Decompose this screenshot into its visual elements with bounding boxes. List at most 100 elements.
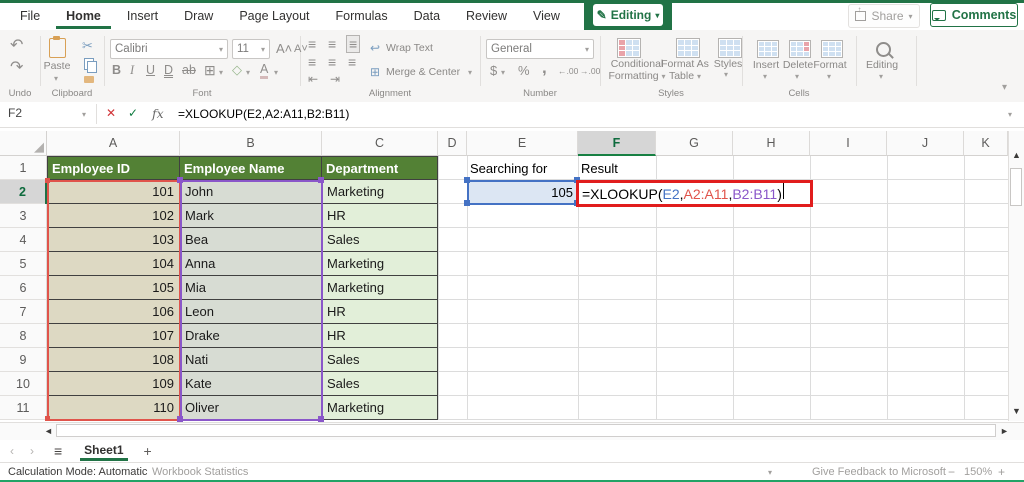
fill-color-icon[interactable]: ◇ xyxy=(232,62,242,78)
prev-sheet-icon[interactable]: ‹ xyxy=(10,444,14,458)
col-header-H[interactable]: H xyxy=(733,131,810,156)
scroll-left-icon[interactable]: ◄ xyxy=(44,426,53,436)
format-cells-button[interactable]: Format xyxy=(808,59,852,71)
cancel-icon[interactable]: ✕ xyxy=(106,106,116,120)
cell-C11[interactable]: Marketing xyxy=(322,396,438,420)
borders-icon[interactable]: ⊞ xyxy=(204,62,216,79)
editing-mode-button[interactable]: ✎ Editing ▾ xyxy=(593,4,663,26)
redo-icon[interactable]: ↷ xyxy=(10,60,23,76)
row-header-7[interactable]: 7 xyxy=(0,300,47,324)
sheet-tab-sheet1[interactable]: Sheet1 xyxy=(80,441,128,461)
select-all-corner[interactable]: ◢ xyxy=(0,131,47,156)
strikethrough-button[interactable]: ab xyxy=(182,63,196,77)
decrease-font-icon[interactable]: A˅ xyxy=(294,43,308,55)
increase-font-icon[interactable]: A˄ xyxy=(276,41,292,56)
row-header-9[interactable]: 9 xyxy=(0,348,47,372)
tab-file[interactable]: File xyxy=(10,4,50,29)
editing-group-button[interactable]: Editing xyxy=(858,59,906,71)
align-left-icon[interactable]: ≡ xyxy=(308,55,316,69)
range-handle[interactable] xyxy=(318,177,324,183)
cell-C8[interactable]: HR xyxy=(322,324,438,348)
align-center-icon[interactable]: ≡ xyxy=(328,55,336,69)
range-handle[interactable] xyxy=(45,416,50,421)
currency-format-button[interactable]: $ xyxy=(490,63,497,78)
decrease-indent-icon[interactable]: ⇤ xyxy=(308,73,318,85)
format-painter-icon[interactable] xyxy=(84,76,94,83)
bold-button[interactable]: B xyxy=(112,63,121,77)
name-box-chevron-icon[interactable]: ▾ xyxy=(82,110,86,119)
align-bottom-icon[interactable]: ≡ xyxy=(346,35,361,53)
zoom-level[interactable]: 150% xyxy=(964,466,992,478)
comma-format-button[interactable]: , xyxy=(542,58,547,78)
font-name-combo[interactable]: Calibri ▾ xyxy=(110,39,228,59)
tab-data[interactable]: Data xyxy=(404,4,450,29)
new-sheet-icon[interactable]: + xyxy=(144,443,152,459)
scroll-down-icon[interactable]: ▼ xyxy=(1012,406,1021,416)
tab-page-layout[interactable]: Page Layout xyxy=(229,4,319,29)
row-header-11[interactable]: 11 xyxy=(0,396,47,420)
calculation-mode-status[interactable]: Calculation Mode: Automatic xyxy=(8,466,147,478)
row-header-3[interactable]: 3 xyxy=(0,204,47,228)
ribbon-collapse-icon[interactable]: ▾ xyxy=(1002,82,1007,93)
increase-decimal-icon[interactable]: ←.00 xyxy=(558,66,578,76)
tab-review[interactable]: Review xyxy=(456,4,517,29)
undo-icon[interactable]: ↶ xyxy=(10,38,23,54)
scroll-right-icon[interactable]: ► xyxy=(1000,426,1009,436)
share-button[interactable]: Share ▾ xyxy=(848,4,920,28)
cell-C5[interactable]: Marketing xyxy=(322,252,438,276)
tab-view[interactable]: View xyxy=(523,4,570,29)
tab-insert[interactable]: Insert xyxy=(117,4,168,29)
col-header-G[interactable]: G xyxy=(656,131,733,156)
col-header-F[interactable]: F xyxy=(578,131,656,156)
number-format-combo[interactable]: General ▾ xyxy=(486,39,594,59)
status-chevron-icon[interactable]: ▾ xyxy=(768,468,772,477)
col-header-K[interactable]: K xyxy=(964,131,1008,156)
col-header-J[interactable]: J xyxy=(887,131,964,156)
range-handle[interactable] xyxy=(45,178,50,183)
next-sheet-icon[interactable]: › xyxy=(30,444,34,458)
align-right-icon[interactable]: ≡ xyxy=(348,55,356,69)
enter-icon[interactable]: ✓ xyxy=(128,106,138,120)
percent-format-button[interactable]: % xyxy=(518,63,530,78)
range-handle[interactable] xyxy=(464,177,470,183)
cell-F2-formula-editor[interactable]: =XLOOKUP(E2,A2:A11,B2:B11) xyxy=(582,183,784,204)
zoom-out-icon[interactable]: − xyxy=(948,465,955,479)
row-header-6[interactable]: 6 xyxy=(0,276,47,300)
cell-B1[interactable]: Employee Name xyxy=(180,156,322,180)
scroll-up-icon[interactable]: ▲ xyxy=(1012,150,1021,160)
all-sheets-icon[interactable]: ≡ xyxy=(54,443,62,459)
align-top-icon[interactable]: ≡ xyxy=(308,37,316,51)
decrease-decimal-icon[interactable]: →.00 xyxy=(580,66,600,76)
cut-icon[interactable]: ✂ xyxy=(82,38,93,54)
col-header-I[interactable]: I xyxy=(810,131,887,156)
double-underline-button[interactable]: D xyxy=(164,63,173,77)
col-header-D[interactable]: D xyxy=(438,131,467,156)
insert-function-icon[interactable]: fx xyxy=(152,106,164,121)
formula-bar-content[interactable]: =XLOOKUP(E2,A2:A11,B2:B11) xyxy=(178,107,349,121)
cell-F1[interactable]: Result xyxy=(581,157,653,179)
feedback-link[interactable]: Give Feedback to Microsoft xyxy=(812,466,946,478)
format-as-table-button-line2[interactable]: Table ▾ xyxy=(652,70,718,82)
cell-C9[interactable]: Sales xyxy=(322,348,438,372)
italic-button[interactable]: I xyxy=(130,63,134,78)
tab-home[interactable]: Home xyxy=(56,4,111,29)
name-box[interactable]: F2 xyxy=(8,106,22,120)
formula-bar-expand-icon[interactable]: ▾ xyxy=(1008,110,1012,119)
cell-C6[interactable]: Marketing xyxy=(322,276,438,300)
range-handle[interactable] xyxy=(177,177,183,183)
horizontal-scrollbar-thumb[interactable] xyxy=(56,424,996,437)
cell-C1[interactable]: Department xyxy=(322,156,438,180)
cell-C2[interactable]: Marketing xyxy=(322,180,438,204)
vertical-scrollbar-thumb[interactable] xyxy=(1010,168,1022,206)
row-header-5[interactable]: 5 xyxy=(0,252,47,276)
increase-indent-icon[interactable]: ⇥ xyxy=(330,73,340,85)
tab-formulas[interactable]: Formulas xyxy=(326,4,398,29)
col-header-E[interactable]: E xyxy=(467,131,578,156)
workbook-statistics-button[interactable]: Workbook Statistics xyxy=(152,466,248,478)
range-handle[interactable] xyxy=(464,200,470,206)
cell-C7[interactable]: HR xyxy=(322,300,438,324)
row-header-8[interactable]: 8 xyxy=(0,324,47,348)
underline-button[interactable]: U xyxy=(146,63,155,77)
zoom-in-icon[interactable]: + xyxy=(998,465,1005,479)
paste-clipboard-icon[interactable] xyxy=(49,38,66,58)
